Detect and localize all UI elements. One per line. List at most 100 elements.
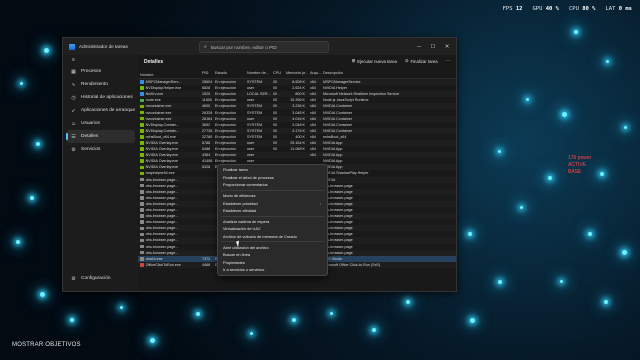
table-cell: SYSTEM <box>247 134 263 139</box>
column-header-description[interactable]: Descripción <box>321 71 456 78</box>
column-header-memory[interactable]: Memoria (e... <box>284 71 308 78</box>
column-header-cpu[interactable]: CPU <box>271 71 284 78</box>
sidebar-item-details[interactable]: ☰ Detalles <box>66 130 135 143</box>
table-cell: obs-browser-page <box>323 208 353 213</box>
glow-light <box>120 306 123 309</box>
process-name: nvhsBoot_x64.exe <box>145 134 176 139</box>
table-cell: 27736 <box>202 128 213 133</box>
context-menu-item[interactable]: Abrir ubicación del archivo <box>218 243 327 251</box>
sidebar-item-users[interactable]: ☺ Usuarios <box>63 117 138 130</box>
table-cell: En ejecución <box>215 80 237 85</box>
context-menu-item[interactable]: Virtualización de UAC <box>218 225 327 233</box>
glow-light <box>16 240 20 244</box>
table-cell: SYSTEM <box>247 122 263 127</box>
process-name-cell: NVIDIA Overlay.exe <box>138 165 200 169</box>
context-menu-item[interactable]: Propiedades <box>218 259 327 267</box>
hamburger-icon: ≡ <box>72 57 75 63</box>
column-header-status[interactable]: Estado <box>213 71 245 78</box>
process-name: NVDisplay.Contain... <box>145 128 180 133</box>
table-cell: x64 <box>310 80 316 85</box>
close-icon[interactable]: ✕ <box>440 38 454 55</box>
table-cell: 00 <box>273 104 278 109</box>
status-line: 176 power <box>568 155 592 161</box>
sidebar-item-startup-apps[interactable]: ➶ Aplicaciones de arranque <box>63 104 138 117</box>
context-menu: Finalizar tarea Finalizar el árbol de pro… <box>217 164 328 276</box>
glow-light <box>498 150 501 153</box>
process-name-cell: nvcontainer.exe <box>138 104 200 108</box>
glow-light <box>468 232 472 236</box>
process-icon <box>140 129 144 133</box>
glow-light <box>36 142 40 146</box>
glow-light <box>330 312 333 315</box>
process-name-cell: obs-browser-page... <box>138 245 200 249</box>
context-menu-item-label: Establecer afinidad <box>223 208 257 214</box>
table-cell: obs-browser-page <box>323 189 353 194</box>
minimize-icon[interactable]: ─ <box>412 38 426 55</box>
context-menu-item[interactable]: Modo de eficiencia <box>218 192 327 200</box>
process-name: NisSrv.exe <box>145 92 164 97</box>
window-controls: ─ ☐ ✕ <box>412 38 454 55</box>
sidebar: ≡ ▦ Procesos ∿ Rendimiento ◷ Historial d… <box>63 55 138 291</box>
table-cell: 11.068 K <box>290 147 306 152</box>
process-name-cell: NVDisplay.Contain... <box>138 129 200 133</box>
search-input[interactable]: ⌕ Buscar por nombre, editor o PID <box>199 41 329 53</box>
column-header-pid[interactable]: PID <box>200 71 213 78</box>
context-menu-item[interactable]: Finalizar el árbol de procesos <box>218 174 327 182</box>
sidebar-item-settings[interactable]: ⚙ Configuración <box>63 272 138 285</box>
sidebar-item-processes[interactable]: ▦ Procesos <box>63 65 138 78</box>
table-cell: user <box>247 153 255 158</box>
process-name-cell: obs-browser-page... <box>138 178 200 182</box>
process-name-cell: obs-browser-page... <box>138 232 200 236</box>
context-menu-item[interactable]: Analizar cadena de espera <box>218 218 327 226</box>
column-header-name[interactable]: Nombre <box>138 71 200 78</box>
context-menu-item[interactable]: Finalizar tarea <box>218 166 327 174</box>
more-options-button[interactable]: ⋯ <box>446 58 450 64</box>
process-name-cell: obs-browser-page... <box>138 220 200 224</box>
context-menu-item[interactable]: Buscar en línea <box>218 251 327 259</box>
context-menu-item[interactable]: Proporcionar comentarios <box>218 181 327 189</box>
sidebar-item-services[interactable]: ⚙ Servicios <box>63 143 138 156</box>
process-name-cell: obs-browser-page... <box>138 190 200 194</box>
sidebar-item-app-history[interactable]: ◷ Historial de aplicaciones <box>63 91 138 104</box>
process-icon <box>140 202 144 206</box>
process-icon <box>140 220 144 224</box>
table-cell: obs-browser-page <box>323 214 353 219</box>
table-cell: x64 <box>310 153 316 158</box>
context-menu-item-label: Archivo de volcado de memoria de Creado <box>223 234 297 240</box>
end-task-button[interactable]: ⊘ Finalizar tarea <box>405 58 438 64</box>
performance-overlay: FPS 12 GPU 40 % CPU 80 % LAT 0 ms <box>503 6 632 12</box>
context-menu-item[interactable]: Establecer afinidad <box>218 207 327 215</box>
context-menu-item[interactable]: Archivo de volcado de memoria de Creado <box>218 233 327 241</box>
table-cell: NVIDIA <box>323 177 336 182</box>
process-name: obs-browser-page... <box>145 183 179 188</box>
status-line: ACTIVE <box>568 162 587 168</box>
process-name: nvcontainer.exe <box>145 116 172 121</box>
column-header-arch[interactable]: Arqu... <box>308 71 321 78</box>
fps-readout: FPS 12 <box>502 6 523 12</box>
table-cell: En ejecución <box>215 110 237 115</box>
process-name: NVIDIA Overlay.exe <box>145 159 179 164</box>
table-cell: x64 <box>310 86 316 91</box>
table-cell: 3.048 K <box>292 110 305 115</box>
column-header-user[interactable]: Nombre de... <box>245 71 271 78</box>
process-name: NVIDIA Overlay.exe <box>145 153 179 158</box>
sidebar-item-performance[interactable]: ∿ Rendimiento <box>63 78 138 91</box>
process-name-cell: nvhsBoot_x64.exe <box>138 135 200 139</box>
new-task-icon: ⊞ <box>351 58 356 63</box>
context-menu-item[interactable]: Ir a servicios o servicios <box>218 266 327 274</box>
glow-light <box>574 30 578 34</box>
context-menu-item[interactable]: Establecer prioridad › <box>218 199 327 207</box>
sidebar-item-label: Usuarios <box>81 121 100 126</box>
run-new-task-button[interactable]: ⊞ Ejecutar nueva tarea <box>352 58 397 64</box>
context-menu-item-label: Finalizar el árbol de procesos <box>223 174 274 180</box>
process-name: obs-browser-page... <box>145 195 179 200</box>
maximize-icon[interactable]: ☐ <box>426 38 440 55</box>
hamburger-menu-button[interactable]: ≡ <box>63 55 138 65</box>
title-bar[interactable]: Administrador de tareas ⌕ Buscar por nom… <box>63 38 456 55</box>
process-name: obs-browser-page... <box>145 214 179 219</box>
search-icon: ⌕ <box>204 44 207 50</box>
process-icon <box>140 208 144 212</box>
table-cell: 00 <box>273 128 278 133</box>
table-cell: NVIDIA Container <box>323 110 353 115</box>
table-cell: NVIDIA Container <box>323 104 353 109</box>
